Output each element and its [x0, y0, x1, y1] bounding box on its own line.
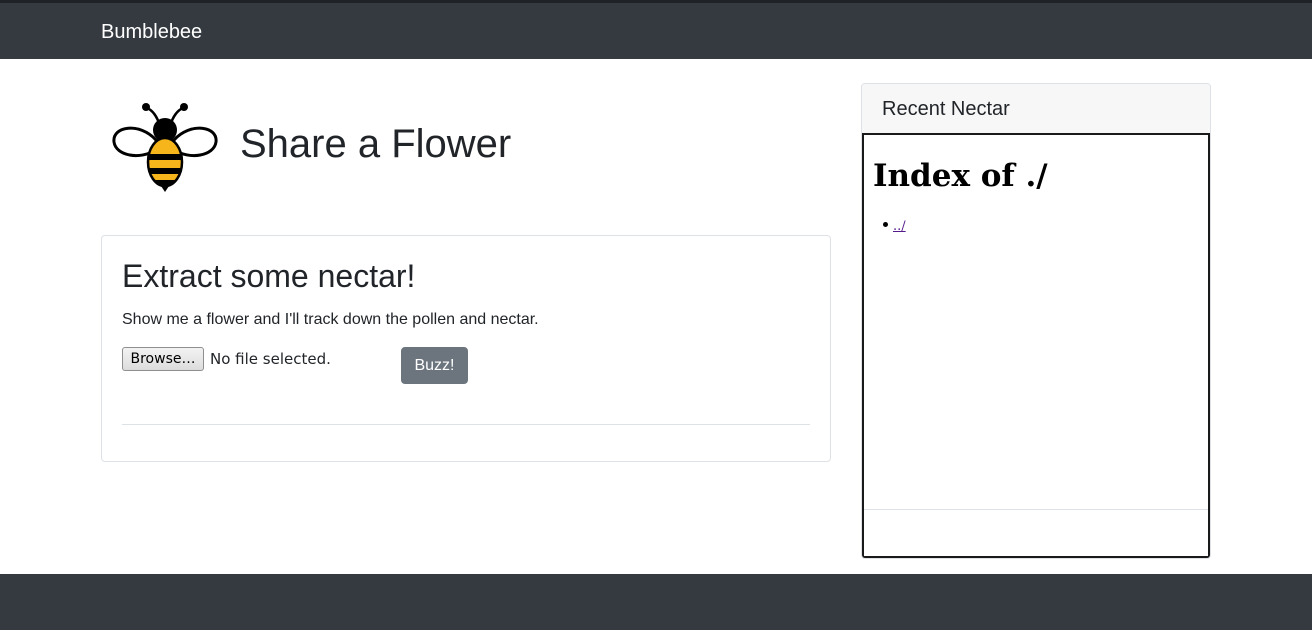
footer	[0, 574, 1312, 630]
file-status: No file selected.	[210, 350, 331, 368]
page-title: Share a Flower	[240, 122, 512, 166]
list-item: ../	[883, 217, 906, 235]
buzz-button[interactable]: Buzz!	[401, 347, 468, 384]
card-divider	[122, 424, 810, 425]
frame-divider	[864, 509, 1208, 510]
parent-directory-link[interactable]: ../	[893, 219, 906, 235]
card-title: Extract some nectar!	[122, 258, 416, 294]
panel-header: Recent Nectar	[862, 84, 1210, 134]
upload-card: Extract some nectar! Show me a flower an…	[101, 235, 831, 462]
card-description: Show me a flower and I'll track down the…	[122, 311, 539, 328]
listing-list: ../	[883, 217, 906, 235]
brand-link[interactable]: Bumblebee	[101, 20, 202, 44]
directory-listing-frame[interactable]: Index of ./ ../	[862, 133, 1210, 558]
listing-heading: Index of ./	[873, 158, 1048, 194]
recent-nectar-panel: Recent Nectar Index of ./ ../	[861, 83, 1211, 559]
bee-icon	[110, 100, 220, 194]
browse-button[interactable]: Browse…	[122, 347, 204, 371]
bullet-icon	[883, 222, 888, 227]
navbar: Bumblebee	[0, 0, 1312, 59]
panel-header-title: Recent Nectar	[882, 98, 1010, 120]
